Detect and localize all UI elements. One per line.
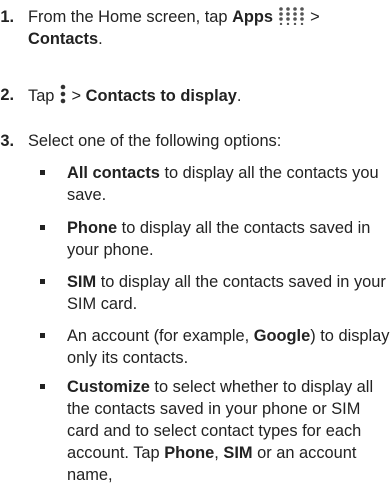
step-text: Select one of the following options: bbox=[28, 132, 282, 150]
option-text: An account (for example, Google) to disp… bbox=[67, 327, 390, 367]
step-number: 3. bbox=[0, 132, 14, 150]
step-text: Tap > Contacts to display. bbox=[28, 84, 390, 107]
bullet-marker bbox=[40, 279, 45, 284]
option-text: SIM to display all the contacts saved in… bbox=[67, 273, 386, 313]
bullet-marker bbox=[40, 170, 45, 175]
apps-grid-icon bbox=[278, 7, 304, 25]
bullet-marker bbox=[40, 384, 45, 389]
option-text: All contacts to display all the contacts… bbox=[67, 164, 379, 204]
bullet-marker bbox=[40, 333, 45, 338]
option-text: Customize to select whether to display a… bbox=[67, 378, 374, 484]
step-text: From the Home screen, tap Apps > Contact… bbox=[28, 7, 320, 48]
option-text: Phone to display all the contacts saved … bbox=[67, 219, 371, 259]
menu-dots-icon bbox=[60, 84, 66, 104]
step-number: 1. bbox=[0, 8, 14, 26]
step-number: 2. bbox=[0, 86, 14, 104]
bullet-marker bbox=[40, 225, 45, 230]
